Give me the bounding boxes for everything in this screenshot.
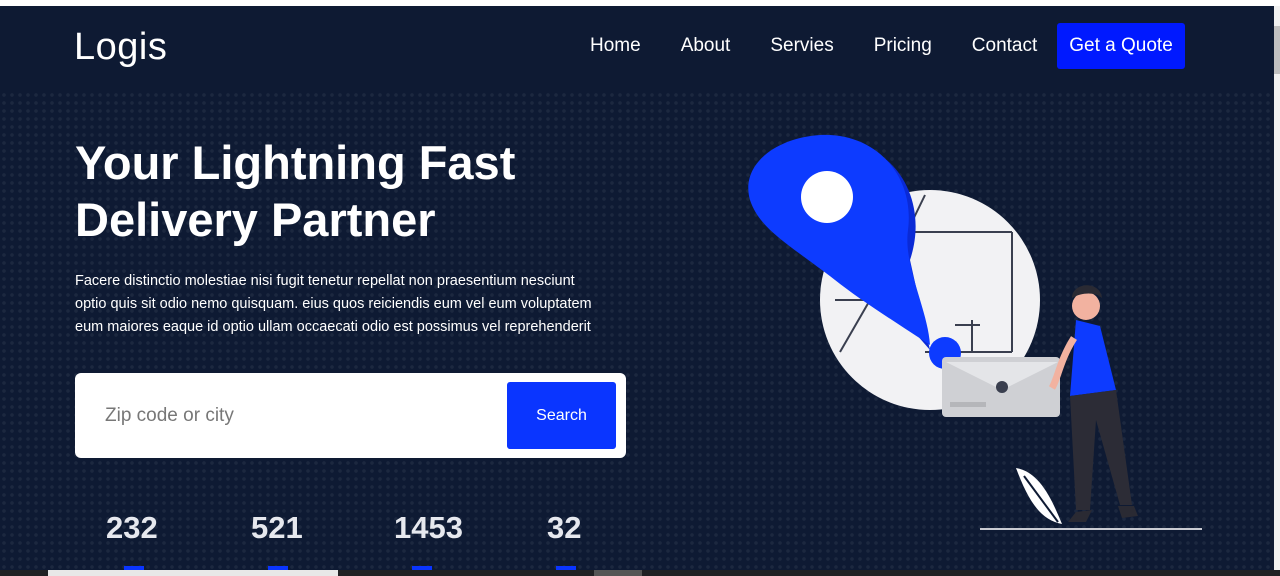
hero-title: Your Lightning Fast Delivery Partner [75,134,635,248]
package-label [950,402,986,407]
nav-services[interactable]: Servies [750,35,853,57]
main-nav: Home About Servies Pricing Contact Get a… [570,22,1185,70]
stat-value: 32 [547,510,582,545]
nav-pricing[interactable]: Pricing [854,35,952,57]
site-logo[interactable]: Logis [74,26,167,69]
nav-contact[interactable]: Contact [952,35,1057,57]
hero-section: Logis Home About Servies Pricing Contact… [0,6,1274,570]
hero-title-line-1: Your Lightning Fast [75,136,516,189]
stat-value: 521 [251,510,303,545]
taskbar-tab[interactable] [48,570,338,576]
page: Logis Home About Servies Pricing Contact… [0,0,1280,576]
nav-about[interactable]: About [661,35,751,57]
nav-home[interactable]: Home [570,35,661,57]
package-dot [996,381,1008,393]
hero-description-line-3: eum maiores eaque id optio ullam occaeca… [75,319,591,335]
hero-description: Facere distinctio molestiae nisi fugit t… [75,270,635,339]
hero-description-line-2: optio quis sit odio nemo quisquam. eius … [75,296,592,312]
search-input[interactable] [95,391,507,441]
hero-description-line-1: Facere distinctio molestiae nisi fugit t… [75,273,575,289]
map-pin-hole [801,171,853,223]
search-button[interactable]: Search [507,382,616,449]
delivery-person-map-pin-illustration [748,134,1202,530]
search-form: Search [75,373,626,458]
taskbar-tab[interactable] [594,570,642,576]
stat-value: 1453 [394,510,463,545]
stat-value: 232 [106,510,158,545]
hero-title-line-2: Delivery Partner [75,193,436,246]
page-scrollbar[interactable] [1274,6,1280,570]
scrollbar-thumb[interactable] [1274,26,1280,74]
get-quote-button[interactable]: Get a Quote [1057,23,1185,69]
delivery-person-figure [1048,285,1138,522]
plant-stem [1023,475,1059,523]
